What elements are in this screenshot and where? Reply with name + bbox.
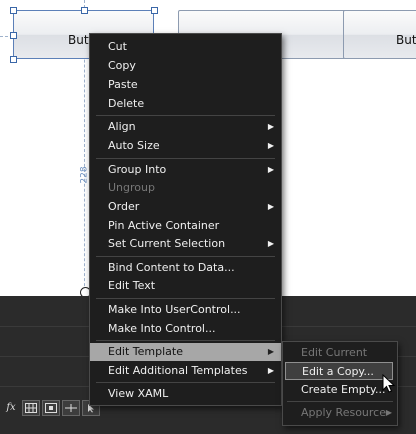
submenu-arrow-icon: ▶ xyxy=(267,347,274,356)
menu-item-label: Order xyxy=(108,200,140,213)
menu-item-label: Ungroup xyxy=(108,181,155,194)
menu-item-make-control[interactable]: Make Into Control... xyxy=(90,320,281,338)
menu-item-paste[interactable]: Paste xyxy=(90,76,281,94)
menu-item-label: Pin Active Container xyxy=(108,219,220,232)
submenu-item-edit-current: Edit Current xyxy=(283,344,397,362)
menu-item-order[interactable]: Order ▶ xyxy=(90,198,281,216)
context-menu: Cut Copy Paste Delete Align ▶ Auto Size ▶ … xyxy=(89,33,282,406)
menu-item-label: Auto Size xyxy=(108,139,160,152)
menu-separator xyxy=(96,115,275,116)
submenu-item-label: Apply Resource xyxy=(301,406,386,419)
fx-button[interactable]: fx xyxy=(2,400,20,416)
submenu-item-edit-a-copy[interactable]: Edit a Copy... xyxy=(285,362,393,380)
menu-item-label: Edit Text xyxy=(108,279,156,292)
menu-item-pin-active-container[interactable]: Pin Active Container xyxy=(90,217,281,235)
menu-item-label: Make Into UserControl... xyxy=(108,303,241,316)
menu-item-label: View XAML xyxy=(108,387,169,400)
menu-item-edit-text[interactable]: Edit Text xyxy=(90,277,281,295)
menu-item-auto-size[interactable]: Auto Size ▶ xyxy=(90,137,281,155)
menu-item-label: Set Current Selection xyxy=(108,237,226,250)
submenu-arrow-icon: ▶ xyxy=(267,122,274,131)
submenu-item-label: Edit a Copy... xyxy=(302,365,374,378)
menu-separator xyxy=(96,158,275,159)
canvas-button-3-label: Butt xyxy=(396,33,416,47)
submenu-separator xyxy=(287,401,393,402)
pin-icon[interactable] xyxy=(62,399,80,416)
menu-item-group-into[interactable]: Group Into ▶ xyxy=(90,161,281,179)
submenu-item-label: Edit Current xyxy=(301,346,368,359)
menu-item-edit-template[interactable]: Edit Template ▶ xyxy=(90,343,281,361)
menu-item-bind-content[interactable]: Bind Content to Data... xyxy=(90,259,281,277)
menu-separator xyxy=(96,256,275,257)
selection-handle-t[interactable] xyxy=(81,7,88,14)
menu-item-label: Make Into Control... xyxy=(108,322,216,335)
submenu-arrow-icon: ▶ xyxy=(385,408,392,417)
menu-item-set-current-selection[interactable]: Set Current Selection ▶ xyxy=(90,235,281,253)
menu-separator xyxy=(96,298,275,299)
menu-item-copy[interactable]: Copy xyxy=(90,57,281,75)
menu-item-cut[interactable]: Cut xyxy=(90,38,281,56)
grid-icon[interactable] xyxy=(22,399,40,416)
menu-separator xyxy=(96,382,275,383)
menu-item-label: Group Into xyxy=(108,163,167,176)
submenu-arrow-icon: ▶ xyxy=(267,366,274,375)
menu-item-label: Copy xyxy=(108,59,136,72)
menu-item-delete[interactable]: Delete xyxy=(90,95,281,113)
menu-item-label: Edit Additional Templates xyxy=(108,364,248,377)
submenu-item-label: Create Empty... xyxy=(301,383,386,396)
menu-item-label: Bind Content to Data... xyxy=(108,261,235,274)
edit-template-submenu: Edit Current Edit a Copy... Create Empty… xyxy=(282,341,398,426)
submenu-arrow-icon: ▶ xyxy=(267,239,274,248)
menu-item-edit-additional-templates[interactable]: Edit Additional Templates ▶ xyxy=(90,362,281,380)
menu-item-label: Delete xyxy=(108,97,145,110)
selection-handle-tl[interactable] xyxy=(10,7,17,14)
submenu-arrow-icon: ▶ xyxy=(267,141,274,150)
mouse-cursor-icon xyxy=(382,374,396,393)
menu-item-label: Paste xyxy=(108,78,138,91)
submenu-arrow-icon: ▶ xyxy=(267,165,274,174)
snap-grid-icon[interactable] xyxy=(42,399,60,416)
menu-item-ungroup: Ungroup xyxy=(90,179,281,197)
submenu-item-apply-resource: Apply Resource ▶ xyxy=(283,404,397,422)
selection-handle-l[interactable] xyxy=(10,32,17,39)
menu-item-align[interactable]: Align ▶ xyxy=(90,118,281,136)
menu-item-label: Cut xyxy=(108,40,127,53)
selection-handle-bl[interactable] xyxy=(10,56,17,63)
menu-item-view-xaml[interactable]: View XAML xyxy=(90,385,281,403)
submenu-arrow-icon: ▶ xyxy=(267,202,274,211)
menu-separator xyxy=(96,340,275,341)
selection-handle-tr[interactable] xyxy=(151,7,158,14)
menu-item-make-usercontrol[interactable]: Make Into UserControl... xyxy=(90,301,281,319)
menu-item-label: Align xyxy=(108,120,136,133)
bottom-toolbar: fx xyxy=(0,397,100,418)
submenu-item-create-empty[interactable]: Create Empty... xyxy=(283,381,397,399)
canvas-button-3[interactable]: Butt xyxy=(343,10,416,59)
menu-item-label: Edit Template xyxy=(108,345,183,358)
